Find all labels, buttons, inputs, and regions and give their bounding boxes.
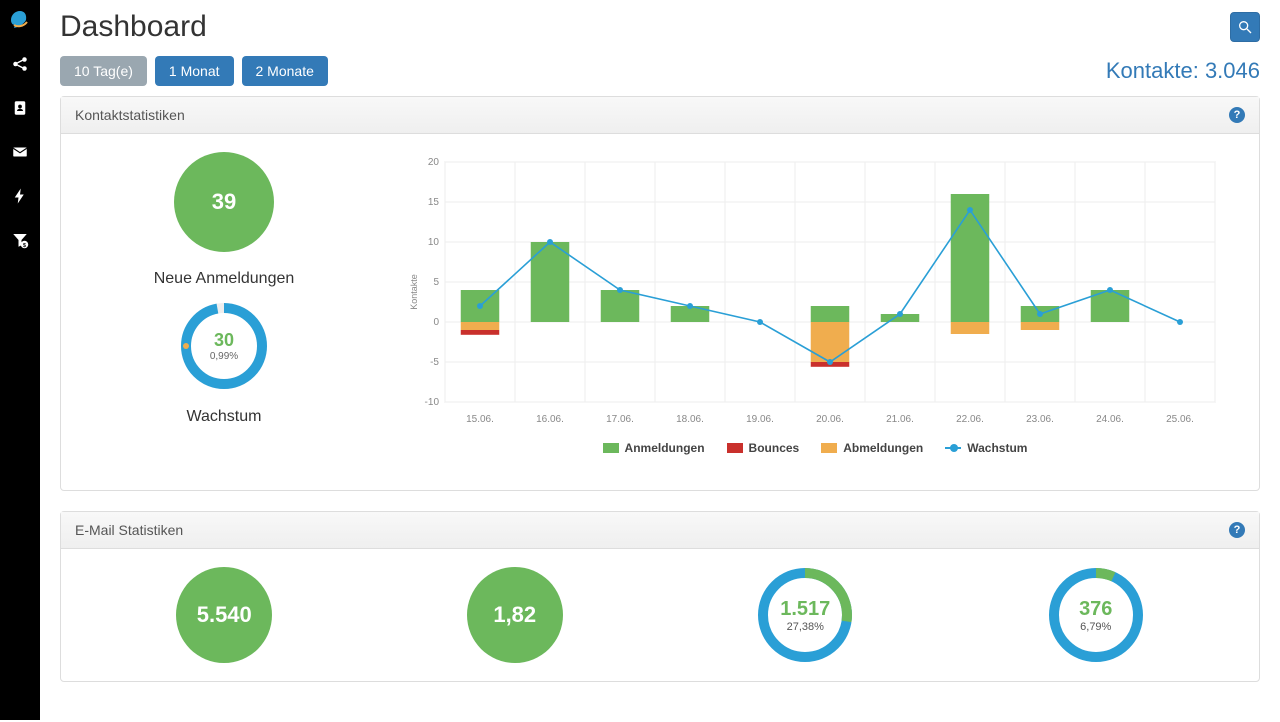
panel-title-email: E-Mail Statistiken	[75, 522, 183, 538]
svg-text:15.06.: 15.06.	[466, 414, 494, 425]
kontakt-chart: -10 -5 0 5 10 15 20 Kontakte 15.06. 16.06. 17.06. 1…	[389, 152, 1241, 472]
search-button[interactable]	[1230, 12, 1260, 42]
stat-wachstum-value: 30	[214, 330, 234, 351]
chart-legend: Anmeldungen Bounces Abmeldungen Wachstum	[389, 441, 1241, 455]
search-icon	[1237, 19, 1253, 35]
legend-bounces: Bounces	[749, 441, 800, 455]
stat-wachstum-label: Wachstum	[187, 408, 262, 426]
svg-text:5: 5	[433, 277, 439, 288]
tab-10-days[interactable]: 10 Tag(e)	[60, 56, 147, 86]
tab-1-month[interactable]: 1 Monat	[155, 56, 234, 86]
svg-text:21.06.: 21.06.	[886, 414, 914, 425]
svg-text:-5: -5	[430, 357, 439, 368]
nav-contacts[interactable]	[8, 96, 32, 120]
email-click-pct: 6,79%	[1080, 621, 1111, 633]
svg-text:16.06.: 16.06.	[536, 414, 564, 425]
panel-kontaktstatistiken: Kontaktstatistiken ? 39 Neue Anmeldungen	[60, 96, 1260, 491]
email-click-ring: 3766,79%	[1048, 567, 1144, 663]
page-title: Dashboard	[60, 10, 207, 44]
help-icon[interactable]: ?	[1229, 522, 1245, 538]
svg-text:18.06.: 18.06.	[676, 414, 704, 425]
email-open-value: 1.517	[780, 598, 830, 621]
svg-text:0: 0	[433, 317, 439, 328]
svg-text:20: 20	[428, 157, 440, 168]
svg-text:23.06.: 23.06.	[1026, 414, 1054, 425]
email-per-circle: 1,82	[467, 567, 563, 663]
svg-text:-10: -10	[425, 397, 440, 408]
svg-text:$: $	[23, 243, 26, 249]
kontakte-count: Kontakte: 3.046	[1106, 58, 1260, 84]
svg-text:25.06.: 25.06.	[1166, 414, 1194, 425]
nav-mail[interactable]	[8, 140, 32, 164]
svg-text:Kontakte: Kontakte	[409, 274, 419, 310]
sidebar: $	[0, 0, 40, 720]
stat-wachstum-sub: 0,99%	[210, 351, 238, 362]
email-open-pct: 27,38%	[787, 621, 824, 633]
app-logo	[8, 8, 32, 32]
email-open-ring: 1.51727,38%	[757, 567, 853, 663]
legend-abmeldungen: Abmeldungen	[843, 441, 923, 455]
date-range-tabs: 10 Tag(e) 1 Monat 2 Monate	[60, 56, 328, 86]
nav-share[interactable]	[8, 52, 32, 76]
help-icon[interactable]: ?	[1229, 107, 1245, 123]
svg-text:24.06.: 24.06.	[1096, 414, 1124, 425]
stat-anmeldungen-circle: 39	[174, 152, 274, 252]
nav-funnel[interactable]: $	[8, 228, 32, 252]
tab-2-months[interactable]: 2 Monate	[242, 56, 328, 86]
nav-bolt[interactable]	[8, 184, 32, 208]
panel-title-kontakt: Kontaktstatistiken	[75, 107, 185, 123]
svg-text:17.06.: 17.06.	[606, 414, 634, 425]
svg-text:22.06.: 22.06.	[956, 414, 984, 425]
svg-text:20.06.: 20.06.	[816, 414, 844, 425]
stat-wachstum-ring: 30 0,99%	[180, 302, 268, 390]
svg-text:19.06.: 19.06.	[746, 414, 774, 425]
main-content: Dashboard 10 Tag(e) 1 Monat 2 Monate Kon…	[40, 0, 1280, 722]
stat-anmeldungen-value: 39	[212, 189, 236, 215]
panel-email-statistiken: E-Mail Statistiken ? 5.540 1,82 1.51727,…	[60, 511, 1260, 682]
svg-text:15: 15	[428, 197, 440, 208]
email-sent-value: 5.540	[197, 602, 252, 628]
email-per-value: 1,82	[493, 602, 536, 628]
email-sent-circle: 5.540	[176, 567, 272, 663]
stat-anmeldungen-label: Neue Anmeldungen	[154, 270, 295, 288]
legend-anmeldungen: Anmeldungen	[625, 441, 705, 455]
legend-wachstum: Wachstum	[967, 441, 1027, 455]
svg-text:10: 10	[428, 237, 440, 248]
email-click-value: 376	[1079, 598, 1112, 621]
